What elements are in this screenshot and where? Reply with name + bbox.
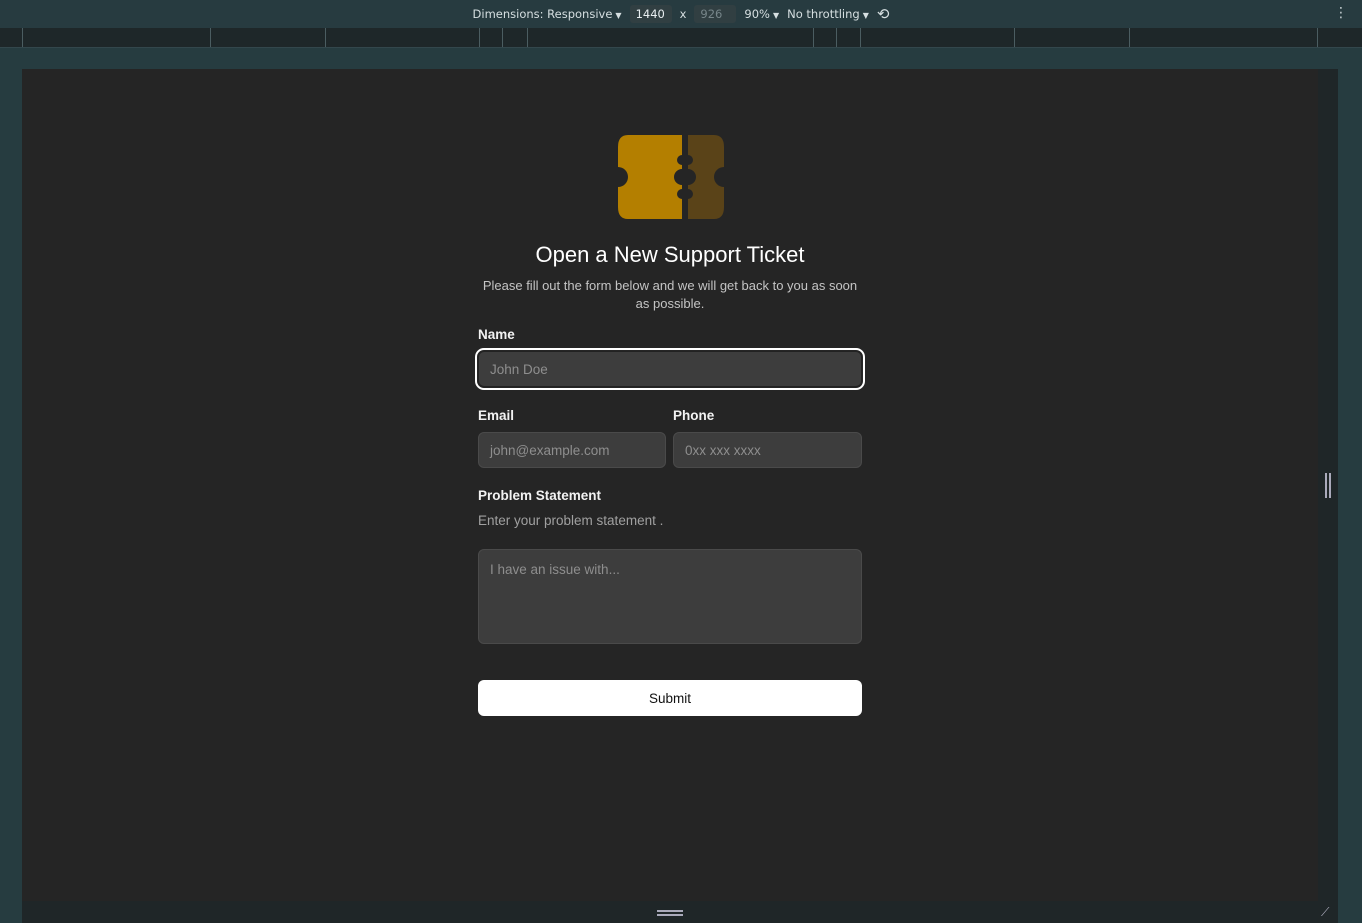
- page-subtitle: Please fill out the form below and we wi…: [482, 278, 858, 311]
- resize-handle-bottom[interactable]: [657, 910, 683, 916]
- caret-down-icon: ▼: [772, 11, 780, 20]
- zoom-label: 90%: [744, 7, 770, 21]
- times-label: x: [679, 7, 687, 21]
- page-title: Open a New Support Ticket: [535, 242, 805, 267]
- problem-description: Enter your problem statement .: [478, 513, 664, 528]
- name-label: Name: [478, 327, 515, 342]
- zoom-dropdown[interactable]: 90% ▼: [744, 7, 779, 21]
- resize-handle-right[interactable]: [1325, 473, 1331, 498]
- height-input[interactable]: 926: [694, 5, 737, 23]
- problem-label: Problem Statement: [478, 488, 602, 503]
- more-options-icon[interactable]: ⋮: [1334, 5, 1348, 21]
- dimensions-label: Dimensions: Responsive: [472, 7, 613, 21]
- resize-corner-icon[interactable]: ⟋: [1321, 905, 1329, 920]
- phone-input[interactable]: 0xx xxx xxxx: [673, 432, 862, 468]
- devtools-device-toolbar: Dimensions: Responsive ▼ 1440 x 926 90% ▼ …: [0, 0, 1362, 28]
- ticket-logo-icon: [618, 135, 724, 219]
- throttling-label: No throttling: [787, 7, 860, 21]
- dimensions-dropdown[interactable]: Dimensions: Responsive ▼: [473, 7, 622, 21]
- name-input[interactable]: John Doe: [475, 348, 865, 390]
- media-query-ruler[interactable]: [0, 28, 1362, 48]
- caret-down-icon: ▼: [862, 11, 869, 20]
- phone-label: Phone: [673, 408, 715, 423]
- problem-textarea[interactable]: I have an issue with...: [478, 549, 862, 644]
- submit-button[interactable]: Submit: [478, 680, 862, 716]
- caret-down-icon: ▼: [615, 11, 622, 20]
- email-input[interactable]: john@example.com: [478, 432, 666, 468]
- throttling-dropdown[interactable]: No throttling ▼: [787, 7, 869, 21]
- width-input[interactable]: 1440: [629, 5, 672, 23]
- rotate-icon[interactable]: ⟲: [877, 5, 890, 23]
- email-label: Email: [478, 408, 515, 423]
